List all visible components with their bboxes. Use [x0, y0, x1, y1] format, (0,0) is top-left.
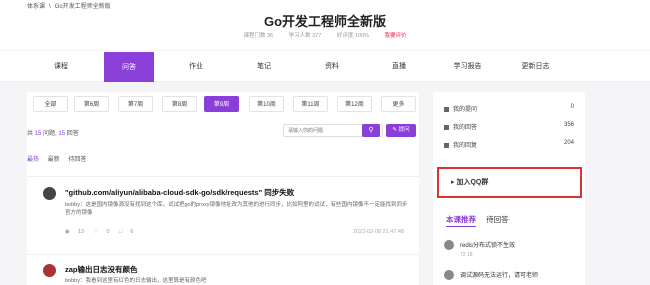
caret-right-icon: ▸ [451, 179, 455, 186]
tab-report[interactable]: 学习报告 [445, 51, 490, 82]
tab-live[interactable]: 直播 [379, 51, 419, 82]
tab-notes[interactable]: 笔记 [244, 51, 284, 82]
filter-week8[interactable]: 第8周 [162, 96, 197, 112]
breadcrumb-current: Go开发工程师全新版 [54, 4, 111, 10]
filter-more[interactable]: 更多 [381, 96, 416, 112]
stat-learners: 学习人数 377 [288, 33, 322, 39]
my-questions-count: 0 [570, 104, 574, 110]
question-summary: 共 15 问题, 15 回答 [27, 128, 79, 137]
recommended-title: redis分布式锁不生效 [460, 243, 516, 249]
filter-week7[interactable]: 第7周 [118, 96, 153, 112]
join-qq-group-box[interactable]: ▸ 加入QQ群 [437, 167, 582, 198]
question-title[interactable]: zap输出日志没有颜色 [65, 264, 138, 275]
like-icon[interactable]: ♡ [93, 229, 98, 235]
tab-changelog[interactable]: 更新日志 [513, 51, 558, 82]
filter-week11[interactable]: 第11周 [293, 96, 328, 112]
course-stats: 课程门数 36 学习人数 377 好评度 100% 我要评价 [0, 31, 650, 39]
breadcrumb-home[interactable]: 体系课 [27, 4, 45, 10]
avatar[interactable] [43, 264, 56, 277]
join-qq-label: 加入QQ群 [456, 179, 489, 186]
summary-mid: 问题, [43, 131, 57, 137]
ask-question-button[interactable]: ✎ 提问 [386, 124, 416, 137]
join-qq-group: ▸ 加入QQ群 [451, 177, 488, 187]
avatar[interactable] [43, 187, 56, 200]
breadcrumb-separator: \ [49, 4, 51, 10]
question-count: 15 [34, 131, 42, 137]
question-card[interactable]: "github.com/aliyun/alibaba-cloud-sdk-go/… [27, 176, 419, 242]
stat-rating: 好评度 100% [336, 33, 369, 39]
recommended-item[interactable]: redis分布式锁不生效 72 18 [444, 240, 584, 262]
filter-week9[interactable]: 第9周 [204, 96, 239, 112]
sort-unanswered[interactable]: 待回答 [68, 157, 86, 163]
question-date: 2023-02-08 21:47:48 [352, 229, 404, 235]
view-count: 13 [77, 229, 84, 235]
sidebar-tabs: 本课推荐 待回答 [446, 214, 517, 227]
ask-label: 提问 [398, 127, 410, 133]
question-answer-preview: bobby：我看到这里有红色的日志输出，这里算是有颜色吧 [65, 278, 207, 284]
rate-link[interactable]: 我要评价 [385, 33, 407, 39]
reply-icon [444, 142, 449, 148]
tab-recommended[interactable]: 本课推荐 [446, 215, 476, 227]
sidebar: 我的提问 0 我的回答 356 我的回复 204 ▸ 加入QQ群 本课推荐 待回答 r… [433, 92, 585, 285]
comment-count: 6 [130, 229, 134, 235]
edit-icon: ✎ [392, 127, 398, 133]
my-replies-label: 我的回复 [453, 143, 478, 149]
recommended-title: 调试源码无法运行，请可老师 [460, 273, 539, 279]
question-icon [444, 106, 449, 112]
my-questions-label: 我的提问 [453, 107, 478, 113]
recommended-item[interactable]: 调试源码无法运行，请可老师 [444, 270, 584, 285]
tab-homework[interactable]: 作业 [176, 51, 216, 82]
avatar [444, 240, 454, 250]
my-answers-count: 356 [563, 122, 574, 128]
views-icon: ◉ [65, 229, 70, 235]
recommended-meta: 72 18 [460, 252, 473, 258]
summary-prefix: 共 [27, 131, 34, 137]
comment-icon[interactable]: □ [119, 229, 122, 235]
my-answers-link[interactable]: 我的回答 356 [444, 122, 574, 134]
summary-suffix: 回答 [66, 131, 79, 137]
course-title: Go开发工程师全新版 [263, 14, 387, 29]
filter-week12[interactable]: 第12周 [337, 96, 372, 112]
answer-count: 15 [58, 131, 66, 137]
sort-hot[interactable]: 最热 [27, 157, 39, 163]
search-button[interactable]: ⚲ [362, 124, 380, 137]
tab-course[interactable]: 课程 [41, 51, 81, 82]
sort-options: 最热 最新 待回答 [27, 154, 93, 163]
question-answer-preview: bobby：这是国内镜像源没有找到这个库，试试把go的proxy镜像地址改为其他… [65, 202, 408, 216]
question-meta: ◉ 13 ♡ 0 □ 6 [65, 229, 141, 235]
stat-chapters: 课程门数 36 [243, 33, 274, 39]
question-card[interactable]: zap输出日志没有颜色 bobby：我看到这里有红色的日志输出，这里算是有颜色吧 [27, 254, 419, 285]
tab-qa[interactable]: 问答 [104, 52, 154, 82]
my-replies-count: 204 [563, 140, 574, 146]
like-count: 0 [106, 229, 110, 235]
answer-icon [444, 124, 449, 130]
filter-week10[interactable]: 第10周 [249, 96, 284, 112]
tab-materials[interactable]: 资料 [312, 51, 352, 82]
avatar [444, 270, 454, 280]
my-replies-link[interactable]: 我的回复 204 [444, 140, 574, 152]
tab-pending[interactable]: 待回答 [486, 215, 509, 224]
filter-week6[interactable]: 第6周 [74, 96, 109, 112]
breadcrumb: 体系课 \ Go开发工程师全新版 [27, 1, 115, 10]
course-tabs: 课程 问答 作业 笔记 资料 直播 学习报告 更新日志 [0, 51, 650, 82]
my-answers-label: 我的回答 [453, 125, 478, 131]
sort-newest[interactable]: 最新 [48, 157, 60, 163]
filter-all[interactable]: 全部 [33, 96, 68, 112]
search-icon: ⚲ [368, 127, 374, 134]
my-questions-link[interactable]: 我的提问 0 [444, 104, 574, 116]
course-header: 体系课 \ Go开发工程师全新版 Go开发工程师全新版 课程门数 36 学习人数 3… [0, 0, 650, 50]
question-title[interactable]: "github.com/aliyun/alibaba-cloud-sdk-go/… [65, 187, 294, 198]
